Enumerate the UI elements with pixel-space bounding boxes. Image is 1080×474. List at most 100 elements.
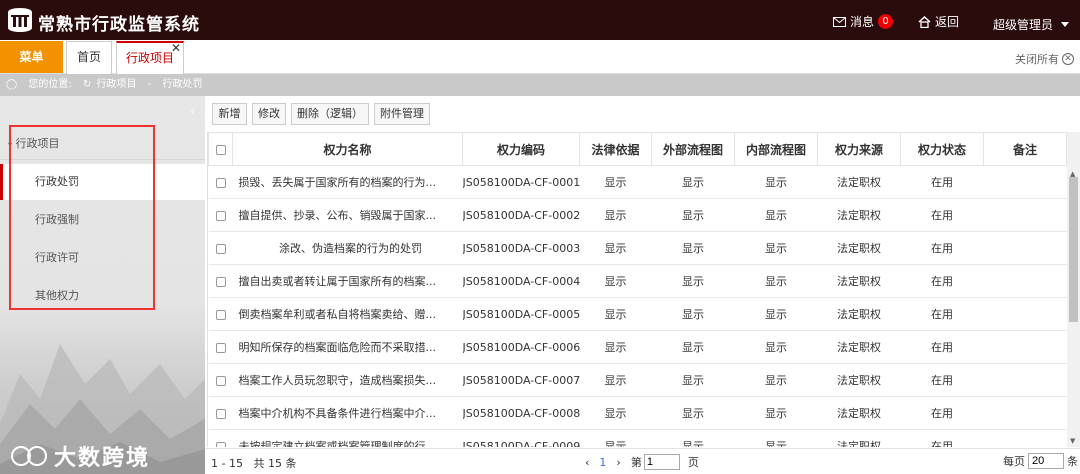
row-select-cell[interactable] <box>208 264 233 298</box>
back-link[interactable]: 返回 <box>918 13 959 30</box>
cell-power-name: 倒卖档案牟利或者私自将档案卖给、赠... <box>232 297 463 331</box>
attachments-button[interactable]: 附件管理 <box>374 103 430 125</box>
cell-power-code: JS058100DA-CF-0004 <box>462 264 580 298</box>
row-select-cell[interactable] <box>208 330 233 364</box>
close-icon[interactable]: ✕ <box>171 33 181 64</box>
cell-legal-basis[interactable]: 显示 <box>579 264 652 298</box>
prev-page-icon[interactable]: ‹ <box>585 456 589 469</box>
row-select-cell[interactable] <box>208 297 233 331</box>
column-header[interactable]: 内部流程图 <box>734 132 818 166</box>
row-select-cell[interactable] <box>208 363 233 397</box>
cell-power-code: JS058100DA-CF-0003 <box>462 231 580 265</box>
breadcrumb-item[interactable]: 行政处罚 <box>163 79 203 90</box>
cell-external-flowchart[interactable]: 显示 <box>651 396 735 430</box>
tab-home[interactable]: 首页 <box>66 41 112 74</box>
row-checkbox[interactable] <box>215 243 226 254</box>
cell-internal-flowchart[interactable]: 显示 <box>734 264 818 298</box>
cell-internal-flowchart[interactable]: 显示 <box>734 231 818 265</box>
cell-external-flowchart[interactable]: 显示 <box>651 231 735 265</box>
cell-legal-basis[interactable]: 显示 <box>579 297 652 331</box>
cell-internal-flowchart[interactable]: 显示 <box>734 363 818 397</box>
cell-internal-flowchart[interactable]: 显示 <box>734 165 818 199</box>
table-row[interactable]: 倒卖档案牟利或者私自将档案卖给、赠... JS058100DA-CF-0005 显示… <box>208 297 1067 331</box>
cell-power-status: 在用 <box>900 264 984 298</box>
grid-scrollbar[interactable]: ▲ ▼ <box>1067 132 1080 447</box>
row-checkbox[interactable] <box>215 309 226 320</box>
row-checkbox[interactable] <box>215 276 226 287</box>
page-jump-input[interactable] <box>643 454 680 470</box>
cell-external-flowchart[interactable]: 显示 <box>651 363 735 397</box>
cell-external-flowchart[interactable]: 显示 <box>651 297 735 331</box>
circle-close-icon: ✕ <box>1062 53 1074 65</box>
row-select-cell[interactable] <box>208 165 233 199</box>
column-header[interactable]: 权力状态 <box>900 132 984 166</box>
row-checkbox[interactable] <box>215 177 226 188</box>
cell-legal-basis[interactable]: 显示 <box>579 231 652 265</box>
cell-internal-flowchart[interactable]: 显示 <box>734 429 818 447</box>
cell-external-flowchart[interactable]: 显示 <box>651 330 735 364</box>
sidebar-item-penalty[interactable]: 行政处罚 <box>0 164 205 200</box>
add-button[interactable]: 新增 <box>212 103 247 125</box>
column-header[interactable]: 备注 <box>983 132 1067 166</box>
row-checkbox[interactable] <box>215 210 226 221</box>
edit-button[interactable]: 修改 <box>252 103 286 125</box>
data-grid: 权力名称 权力编码 法律依据 外部流程图 内部流程图 权力来源 权力状态 备注 … <box>207 132 1067 447</box>
table-row[interactable]: 明知所保存的档案面临危险而不采取措... JS058100DA-CF-0006 显示… <box>208 330 1067 364</box>
table-row[interactable]: 档案工作人员玩忽职守，造成档案损失... JS058100DA-CF-0007 显示… <box>208 363 1067 397</box>
table-row[interactable]: 擅自提供、抄录、公布、销毁属于国家... JS058100DA-CF-0002 显示… <box>208 198 1067 232</box>
table-row[interactable]: 擅自出卖或者转让属于国家所有的档案... JS058100DA-CF-0004 显示… <box>208 264 1067 298</box>
table-row[interactable]: 涂改、伪造档案的行为的处罚 JS058100DA-CF-0003 显示 显示 显示 法定职… <box>208 231 1067 265</box>
scroll-down-icon[interactable]: ▼ <box>1070 437 1075 445</box>
cell-internal-flowchart[interactable]: 显示 <box>734 330 818 364</box>
table-row[interactable]: 损毁、丢失属于国家所有的档案的行为... JS058100DA-CF-0001 显示… <box>208 165 1067 199</box>
cell-legal-basis[interactable]: 显示 <box>579 429 652 447</box>
cell-internal-flowchart[interactable]: 显示 <box>734 198 818 232</box>
delete-button[interactable]: 删除（逻辑） <box>291 103 369 125</box>
sidebar-item-other-powers[interactable]: 其他权力 <box>0 278 205 314</box>
cell-legal-basis[interactable]: 显示 <box>579 330 652 364</box>
cell-external-flowchart[interactable]: 显示 <box>651 264 735 298</box>
column-header[interactable]: 权力来源 <box>817 132 901 166</box>
breadcrumb-item[interactable]: 行政项目 <box>97 79 137 90</box>
select-all-checkbox[interactable] <box>208 132 233 166</box>
cell-external-flowchart[interactable]: 显示 <box>651 429 735 447</box>
row-checkbox[interactable] <box>215 441 226 447</box>
tab-admin-projects-label: 行政项目 <box>125 51 174 65</box>
user-menu[interactable]: 超级管理员 <box>993 16 1070 33</box>
page-size-input[interactable] <box>1028 453 1064 469</box>
tab-admin-projects[interactable]: 行政项目 ✕ <box>116 41 184 74</box>
row-checkbox[interactable] <box>215 342 226 353</box>
row-select-cell[interactable] <box>208 429 233 447</box>
cell-legal-basis[interactable]: 显示 <box>579 165 652 199</box>
cell-legal-basis[interactable]: 显示 <box>579 198 652 232</box>
table-row[interactable]: 档案中介机构不具备条件进行档案中介... JS058100DA-CF-0008 显示… <box>208 396 1067 430</box>
sidebar-item-license[interactable]: 行政许可 <box>0 240 205 276</box>
messages-link[interactable]: 消息 0 <box>833 13 894 30</box>
row-checkbox[interactable] <box>215 375 226 386</box>
row-select-cell[interactable] <box>208 198 233 232</box>
row-select-cell[interactable] <box>208 396 233 430</box>
sidebar-item-enforcement[interactable]: 行政强制 <box>0 202 205 238</box>
table-row[interactable]: 未按规定建立档案或档案管理制度的行... JS058100DA-CF-0009 显示… <box>208 429 1067 447</box>
close-all-button[interactable]: 关闭所有 ✕ <box>1015 51 1074 67</box>
page-number[interactable]: 1 <box>599 456 606 469</box>
column-header[interactable]: 法律依据 <box>579 132 652 166</box>
cell-power-source: 法定职权 <box>817 363 901 397</box>
row-select-cell[interactable] <box>208 231 233 265</box>
scrollbar-thumb[interactable] <box>1069 177 1078 322</box>
collapse-sidebar-icon[interactable]: ‹ <box>190 104 195 118</box>
column-header[interactable]: 权力名称 <box>232 132 463 166</box>
pagination-bar: 1 - 15 共 15 条 ‹ 1 › 第 页 每页 条 <box>205 448 1080 474</box>
sidebar-group-admin-projects[interactable]: ▾ 行政项目 <box>0 128 205 160</box>
column-header[interactable]: 外部流程图 <box>651 132 735 166</box>
cell-legal-basis[interactable]: 显示 <box>579 396 652 430</box>
cell-internal-flowchart[interactable]: 显示 <box>734 297 818 331</box>
cell-internal-flowchart[interactable]: 显示 <box>734 396 818 430</box>
cell-external-flowchart[interactable]: 显示 <box>651 165 735 199</box>
cell-external-flowchart[interactable]: 显示 <box>651 198 735 232</box>
column-header[interactable]: 权力编码 <box>462 132 580 166</box>
cell-legal-basis[interactable]: 显示 <box>579 363 652 397</box>
menu-button[interactable]: 菜单 <box>0 41 63 73</box>
row-checkbox[interactable] <box>215 408 226 419</box>
next-page-icon[interactable]: › <box>616 456 620 469</box>
